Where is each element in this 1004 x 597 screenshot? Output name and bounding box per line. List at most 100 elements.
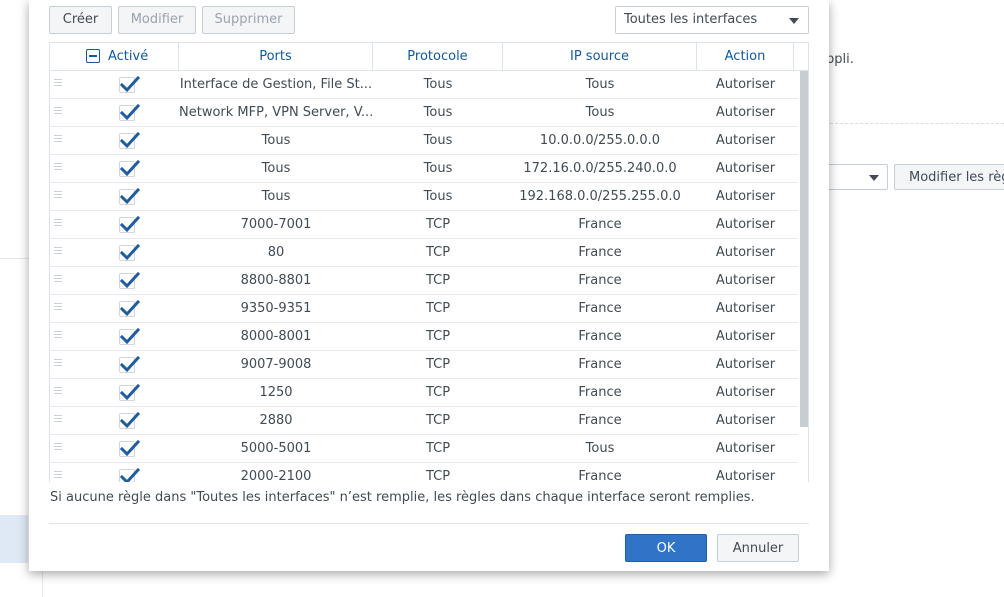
drag-handle-icon[interactable] (54, 359, 62, 369)
background-selected-item (0, 515, 28, 563)
table-row[interactable]: Tous Tous 192.168.0.0/255.255.0.0 Autoriser (50, 183, 798, 211)
column-source-ip[interactable]: IP source (503, 43, 697, 70)
enabled-checkbox[interactable] (119, 160, 140, 177)
cell-source-ip: France (578, 245, 622, 260)
enabled-checkbox[interactable] (119, 216, 140, 233)
drag-handle-icon[interactable] (54, 471, 62, 481)
cell-source-ip: Tous (585, 77, 615, 92)
enabled-checkbox[interactable] (119, 104, 140, 121)
cell-ports: 5000-5001 (240, 441, 312, 456)
column-protocol[interactable]: Protocole (373, 43, 503, 70)
enabled-checkbox[interactable] (119, 384, 140, 401)
cell-source-ip: 172.16.0.0/255.240.0.0 (523, 161, 677, 176)
table-row[interactable]: 8800-8801 TCP France Autoriser (50, 267, 798, 295)
select-all-checkbox[interactable] (86, 49, 100, 63)
drag-handle-icon[interactable] (54, 303, 62, 313)
table-row[interactable]: Interface de Gestion, File St... Tous Tous… (50, 71, 798, 99)
table-row[interactable]: 2880 TCP France Autoriser (50, 407, 798, 435)
rules-table: Activé Ports Protocole IP source Action … (49, 42, 809, 482)
cell-ports: 2000-2100 (240, 469, 312, 482)
column-action[interactable]: Action (697, 43, 794, 70)
enabled-checkbox[interactable] (119, 328, 140, 345)
table-row[interactable]: 8000-8001 TCP France Autoriser (50, 323, 798, 351)
table-row[interactable]: 80 TCP France Autoriser (50, 239, 798, 267)
cell-protocol: TCP (425, 329, 451, 344)
cell-protocol: Tous (423, 189, 453, 204)
enabled-checkbox[interactable] (119, 188, 140, 205)
footer-divider (49, 523, 809, 524)
table-row[interactable]: Network MFP, VPN Server, V... Tous Tous Aut… (50, 99, 798, 127)
cell-action: Autoriser (715, 245, 776, 260)
table-row[interactable]: Tous Tous 172.16.0.0/255.240.0.0 Autoriser (50, 155, 798, 183)
checkmark-icon (120, 188, 140, 205)
cell-protocol: TCP (425, 385, 451, 400)
drag-handle-icon[interactable] (54, 331, 62, 341)
enabled-checkbox[interactable] (119, 356, 140, 373)
cell-action: Autoriser (715, 217, 776, 232)
cell-protocol: TCP (425, 245, 451, 260)
column-enabled-label: Activé (108, 49, 149, 64)
enabled-checkbox[interactable] (119, 440, 140, 457)
cell-ports: 9350-9351 (240, 301, 312, 316)
drag-handle-icon[interactable] (54, 135, 62, 145)
cell-ports: Interface de Gestion, File St... (179, 77, 373, 92)
drag-handle-icon[interactable] (54, 415, 62, 425)
checkmark-icon (120, 76, 140, 93)
checkmark-icon (120, 216, 140, 233)
table-row[interactable]: 1250 TCP France Autoriser (50, 379, 798, 407)
cell-source-ip: France (578, 301, 622, 316)
cell-source-ip: France (578, 357, 622, 372)
cell-protocol: TCP (425, 357, 451, 372)
cell-action: Autoriser (715, 441, 776, 456)
column-ports[interactable]: Ports (179, 43, 373, 70)
checkmark-icon (120, 412, 140, 429)
drag-handle-icon[interactable] (54, 107, 62, 117)
cell-protocol: TCP (425, 273, 451, 288)
info-text: Si aucune règle dans "Toutes les interfa… (50, 490, 755, 505)
modify-rules-button[interactable]: Modifier les règl (894, 164, 1004, 190)
create-button[interactable]: Créer (49, 6, 112, 34)
table-scrollbar[interactable] (800, 71, 808, 427)
cell-protocol: Tous (423, 105, 453, 120)
cancel-button[interactable]: Annuler (717, 534, 799, 562)
enabled-checkbox[interactable] (119, 412, 140, 429)
cell-action: Autoriser (715, 469, 776, 482)
column-enabled[interactable]: Activé (50, 43, 179, 70)
table-row[interactable]: 2000-2100 TCP France Autoriser (50, 463, 798, 482)
enabled-checkbox[interactable] (119, 132, 140, 149)
drag-handle-icon[interactable] (54, 79, 62, 89)
chevron-down-icon (869, 175, 879, 181)
table-row[interactable]: 9350-9351 TCP France Autoriser (50, 295, 798, 323)
drag-handle-icon[interactable] (54, 247, 62, 257)
table-row[interactable]: Tous Tous 10.0.0.0/255.0.0.0 Autoriser (50, 127, 798, 155)
table-row[interactable]: 9007-9008 TCP France Autoriser (50, 351, 798, 379)
cell-ports: Tous (261, 161, 291, 176)
delete-button[interactable]: Supprimer (202, 6, 295, 34)
cell-action: Autoriser (715, 105, 776, 120)
modify-button[interactable]: Modifier (118, 6, 196, 34)
cell-protocol: Tous (423, 133, 453, 148)
enabled-checkbox[interactable] (119, 76, 140, 93)
ok-button[interactable]: OK (625, 534, 707, 562)
cell-action: Autoriser (715, 329, 776, 344)
interface-select[interactable]: Toutes les interfaces (615, 6, 809, 34)
enabled-checkbox[interactable] (119, 244, 140, 261)
cell-ports: 2880 (259, 413, 293, 428)
table-row[interactable]: 7000-7001 TCP France Autoriser (50, 211, 798, 239)
drag-handle-icon[interactable] (54, 443, 62, 453)
enabled-checkbox[interactable] (119, 300, 140, 317)
cell-action: Autoriser (715, 161, 776, 176)
cell-protocol: Tous (423, 77, 453, 92)
drag-handle-icon[interactable] (54, 275, 62, 285)
chevron-down-icon (789, 18, 799, 24)
table-row[interactable]: 5000-5001 TCP Tous Autoriser (50, 435, 798, 463)
checkmark-icon (120, 356, 140, 373)
enabled-checkbox[interactable] (119, 468, 140, 482)
drag-handle-icon[interactable] (54, 387, 62, 397)
drag-handle-icon[interactable] (54, 191, 62, 201)
checkmark-icon (120, 328, 140, 345)
drag-handle-icon[interactable] (54, 163, 62, 173)
enabled-checkbox[interactable] (119, 272, 140, 289)
checkmark-icon (120, 468, 140, 482)
drag-handle-icon[interactable] (54, 219, 62, 229)
